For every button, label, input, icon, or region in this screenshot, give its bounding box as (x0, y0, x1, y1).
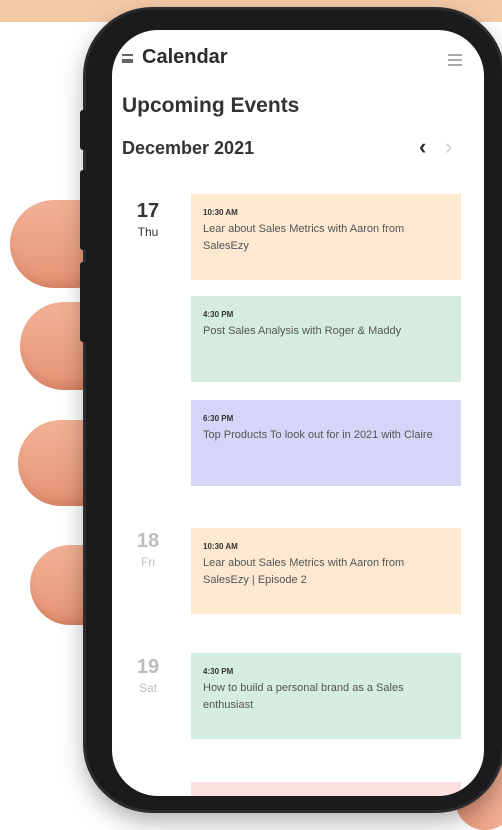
day-number: 19 (136, 656, 160, 678)
event-time: 10:30 AM (203, 542, 238, 551)
app-header: Calendar (112, 30, 484, 90)
list-view-icon[interactable] (448, 54, 462, 66)
event-time: 4:30 PM (203, 667, 234, 676)
event-time: 6:30 PM (203, 414, 234, 423)
prev-month-button[interactable]: ‹ (419, 134, 426, 160)
day-weekday: Fri (141, 555, 155, 569)
day-18: 18 Fri (134, 530, 162, 569)
event-title: Top Products To look out for in 2021 wit… (203, 429, 433, 441)
app-screen: Calendar Upcoming Events December 2021 ‹… (112, 30, 484, 796)
event-card[interactable]: 4:30 PM Post Sales Analysis with Roger &… (191, 296, 461, 382)
phone-side-button (80, 110, 87, 150)
section-title: Upcoming Events (122, 94, 300, 117)
event-title: How to build a personal brand as a Sales… (203, 682, 404, 711)
day-number: 18 (136, 530, 160, 552)
hamburger-menu-icon[interactable] (122, 54, 133, 63)
day-19: 19 Sat (134, 656, 162, 695)
event-card[interactable]: 10:30 AM Lear about Sales Metrics with A… (191, 528, 461, 614)
phone-side-button (80, 170, 87, 250)
event-title: Lear about Sales Metrics with Aaron from… (203, 223, 405, 252)
phone-side-button (80, 262, 87, 342)
day-weekday: Thu (137, 225, 159, 239)
day-number: 17 (136, 200, 160, 222)
event-title: Lear about Sales Metrics with Aaron from… (203, 557, 405, 586)
next-month-button[interactable]: › (445, 134, 452, 160)
event-time: 10:30 AM (203, 208, 238, 217)
event-card[interactable]: 10:30 AM Lear about Sales Metrics with A… (191, 194, 461, 280)
event-title: Post Sales Analysis with Roger & Maddy (203, 325, 402, 337)
month-label: December 2021 (122, 138, 255, 158)
day-17: 17 Thu (134, 200, 162, 239)
event-card[interactable]: 4:30 PM How to build a personal brand as… (191, 653, 461, 739)
event-time: 4:30 PM (203, 310, 234, 319)
event-card-partial[interactable] (191, 782, 461, 796)
day-weekday: Sat (138, 681, 157, 695)
event-card[interactable]: 6:30 PM Top Products To look out for in … (191, 400, 461, 486)
app-title: Calendar (142, 46, 228, 68)
